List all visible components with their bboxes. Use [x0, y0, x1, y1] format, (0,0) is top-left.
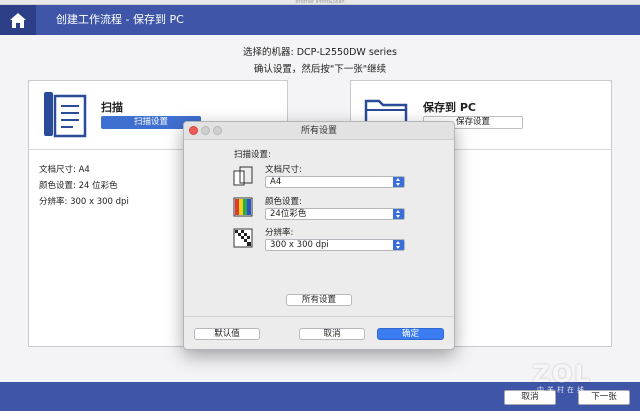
all-settings-dialog: 所有设置 扫描设置: 文档尺寸: A4 颜色设置: 24位彩色 分辨率: 300… [183, 121, 455, 350]
color-bars-icon [233, 197, 253, 217]
document-size-icon [233, 166, 253, 186]
zol-watermark: ZOL 中关村在线 [522, 362, 602, 395]
header-bar: 创建工作流程 - 保存到 PC [0, 5, 640, 35]
page-title: 创建工作流程 - 保存到 PC [56, 13, 184, 26]
selected-machine-text: 选择的机器: DCP-L2550DW series [243, 47, 397, 58]
select-arrows-icon [393, 177, 404, 187]
scan-panel-title: 扫描 [101, 101, 123, 114]
save-panel-title: 保存到 PC [423, 101, 476, 114]
document-size-select[interactable]: A4 [265, 176, 405, 188]
scan-info-size: 文档尺寸: A4 [39, 165, 90, 175]
resolution-value: 300 x 300 dpi [270, 240, 329, 250]
home-icon [10, 12, 26, 28]
dialog-divider [184, 316, 454, 317]
ok-button[interactable]: 确定 [377, 328, 444, 340]
color-setting-select[interactable]: 24位彩色 [265, 208, 405, 220]
document-size-value: A4 [270, 177, 282, 187]
resolution-label: 分辨率: [265, 228, 294, 238]
instruction-text: 确认设置，然后按"下一张"继续 [253, 64, 387, 75]
select-arrows-icon [393, 209, 404, 219]
color-setting-value: 24位彩色 [270, 209, 307, 219]
dialog-cancel-button[interactable]: 取消 [299, 328, 365, 340]
watermark-logo: ZOL [532, 360, 592, 388]
scan-info-resolution: 分辨率: 300 x 300 dpi [39, 197, 129, 207]
dialog-title: 所有设置 [300, 126, 337, 136]
document-icon [44, 92, 87, 138]
color-setting-label: 颜色设置: [265, 197, 302, 207]
scan-info-color: 颜色设置: 24 位彩色 [39, 181, 118, 191]
select-arrows-icon [393, 240, 404, 250]
scan-settings-heading: 扫描设置: [234, 150, 271, 160]
dialog-titlebar: 所有设置 [184, 122, 454, 140]
default-button[interactable]: 默认值 [194, 328, 260, 340]
window-title: Brother iPrint&Scan [295, 0, 345, 5]
resolution-icon [233, 228, 253, 248]
document-size-label: 文档尺寸: [265, 165, 302, 175]
all-settings-button[interactable]: 所有设置 [286, 294, 352, 306]
resolution-select[interactable]: 300 x 300 dpi [265, 239, 405, 251]
home-button[interactable] [0, 5, 36, 35]
